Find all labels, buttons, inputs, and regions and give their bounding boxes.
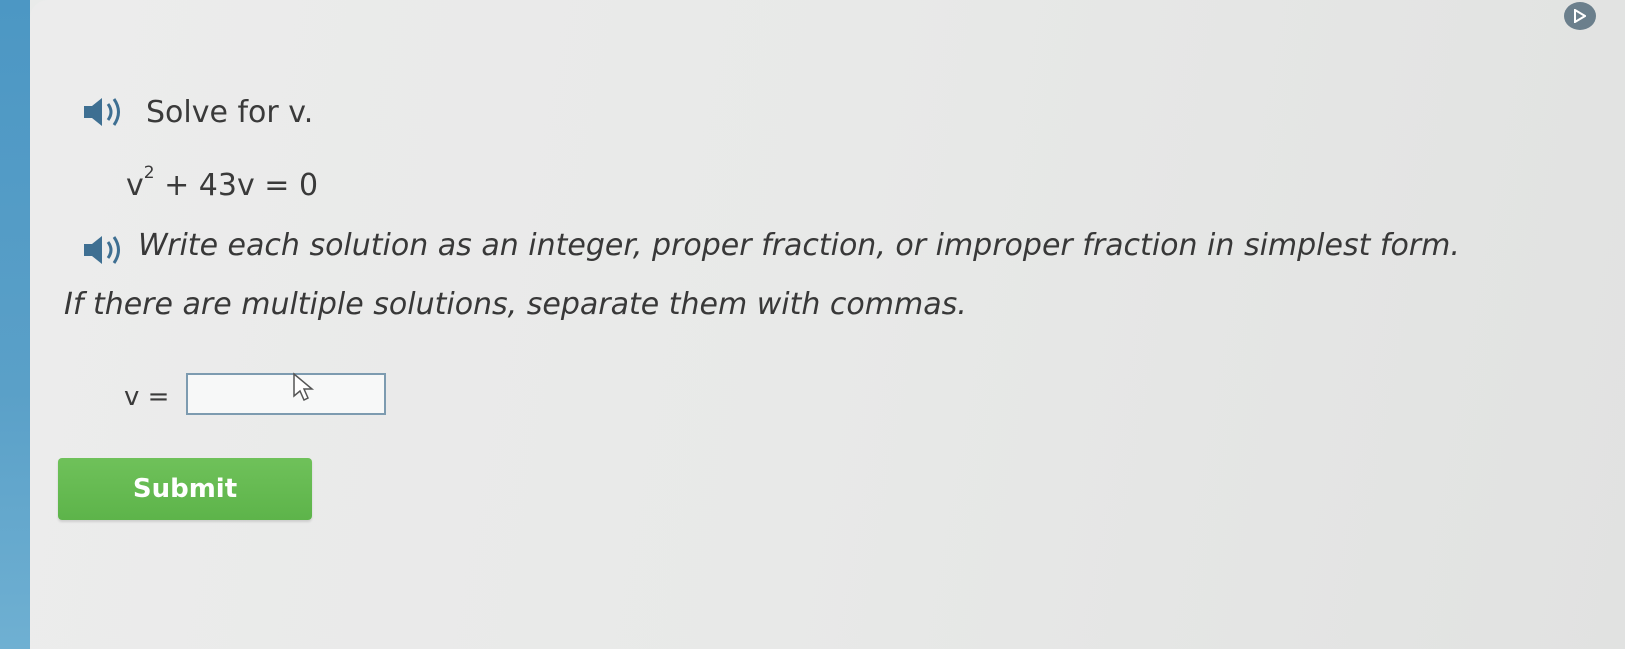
speaker-icon[interactable] <box>80 232 130 272</box>
side-accent-strip <box>0 0 30 649</box>
equation: v2 + 43v = 0 <box>126 163 319 203</box>
equation-variable: v <box>126 168 144 203</box>
instruction-line-2: If there are multiple solutions, separat… <box>64 287 967 322</box>
corner-play-button[interactable] <box>1564 2 1596 30</box>
answer-label: v = <box>124 382 170 412</box>
mouse-cursor-icon <box>291 372 317 406</box>
play-icon <box>1574 9 1586 23</box>
answer-input[interactable] <box>186 373 386 415</box>
speaker-icon[interactable] <box>80 94 130 134</box>
submit-button[interactable]: Submit <box>58 458 312 520</box>
instruction-line-1: Write each solution as an integer, prope… <box>138 228 1460 263</box>
question-title: Solve for v. <box>146 95 314 130</box>
equation-exponent: 2 <box>143 163 155 183</box>
equation-remainder: + 43v = 0 <box>154 168 319 203</box>
